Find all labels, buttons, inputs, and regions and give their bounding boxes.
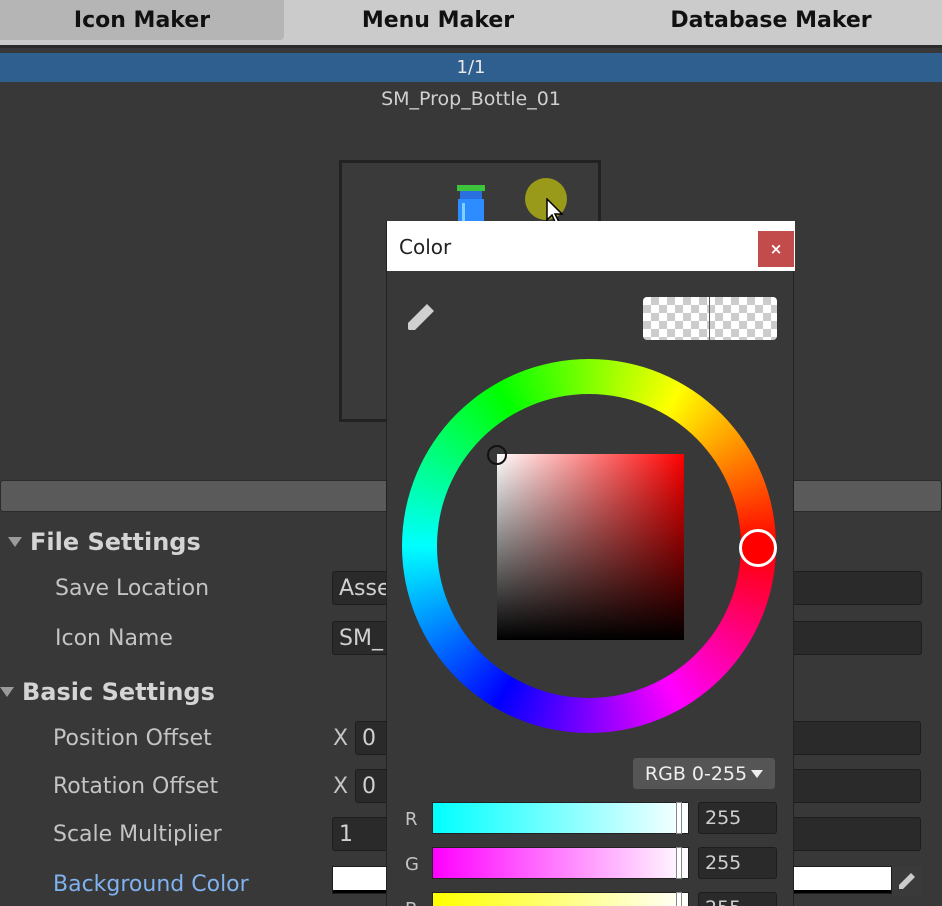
save-location-label: Save Location: [55, 576, 210, 601]
tab-database-maker[interactable]: Database Maker: [600, 0, 942, 40]
chevron-down-icon: [751, 769, 764, 778]
color-mode-label: RGB 0-255: [644, 762, 748, 785]
close-button[interactable]: ×: [758, 231, 794, 267]
color-preview-swatch: [643, 297, 777, 340]
rotation-offset-label: Rotation Offset: [53, 774, 219, 799]
basic-settings-header[interactable]: Basic Settings: [0, 678, 215, 706]
file-settings-header[interactable]: File Settings: [8, 528, 201, 556]
blue-channel-label: B: [405, 899, 417, 906]
color-dialog-titlebar[interactable]: Color ×: [387, 221, 795, 271]
icon-name-label: Icon Name: [55, 626, 173, 651]
position-x-label: X: [333, 726, 349, 751]
scale-multiplier-label: Scale Multiplier: [53, 822, 222, 847]
red-channel-slider[interactable]: [432, 802, 689, 834]
item-name: SM_Prop_Bottle_01: [381, 88, 561, 110]
tab-menu-maker[interactable]: Menu Maker: [296, 0, 580, 40]
file-settings-title: File Settings: [30, 528, 201, 556]
blue-channel-value[interactable]: 255: [698, 892, 777, 906]
color-mode-dropdown[interactable]: RGB 0-255: [633, 758, 775, 789]
red-channel-value[interactable]: 255: [698, 802, 777, 834]
collapse-triangle-icon: [0, 687, 14, 697]
red-channel-label: R: [405, 809, 418, 830]
background-color-label: Background Color: [53, 872, 249, 897]
position-offset-label: Position Offset: [53, 726, 212, 751]
blue-channel-slider[interactable]: [432, 892, 689, 906]
green-channel-value[interactable]: 255: [698, 847, 777, 879]
page-indicator: 1/1: [0, 53, 942, 82]
hue-handle[interactable]: [739, 529, 777, 567]
saturation-value-square[interactable]: [497, 454, 684, 640]
color-dialog-title: Color: [399, 235, 452, 259]
tab-icon-maker[interactable]: Icon Maker: [0, 0, 284, 40]
green-channel-label: G: [405, 854, 419, 875]
saturation-value-handle[interactable]: [487, 445, 507, 465]
collapse-triangle-icon: [8, 537, 22, 547]
color-picker-dialog: Color × RGB 0-255 R 255 G 255 B 255: [386, 221, 795, 906]
basic-settings-title: Basic Settings: [22, 678, 215, 706]
eyedropper-icon[interactable]: [892, 866, 922, 896]
tool-tab-bar: Icon Maker Menu Maker Database Maker: [0, 0, 942, 48]
eyedropper-icon[interactable]: [405, 301, 437, 333]
rotation-x-label: X: [333, 774, 349, 799]
green-channel-slider[interactable]: [432, 847, 689, 879]
